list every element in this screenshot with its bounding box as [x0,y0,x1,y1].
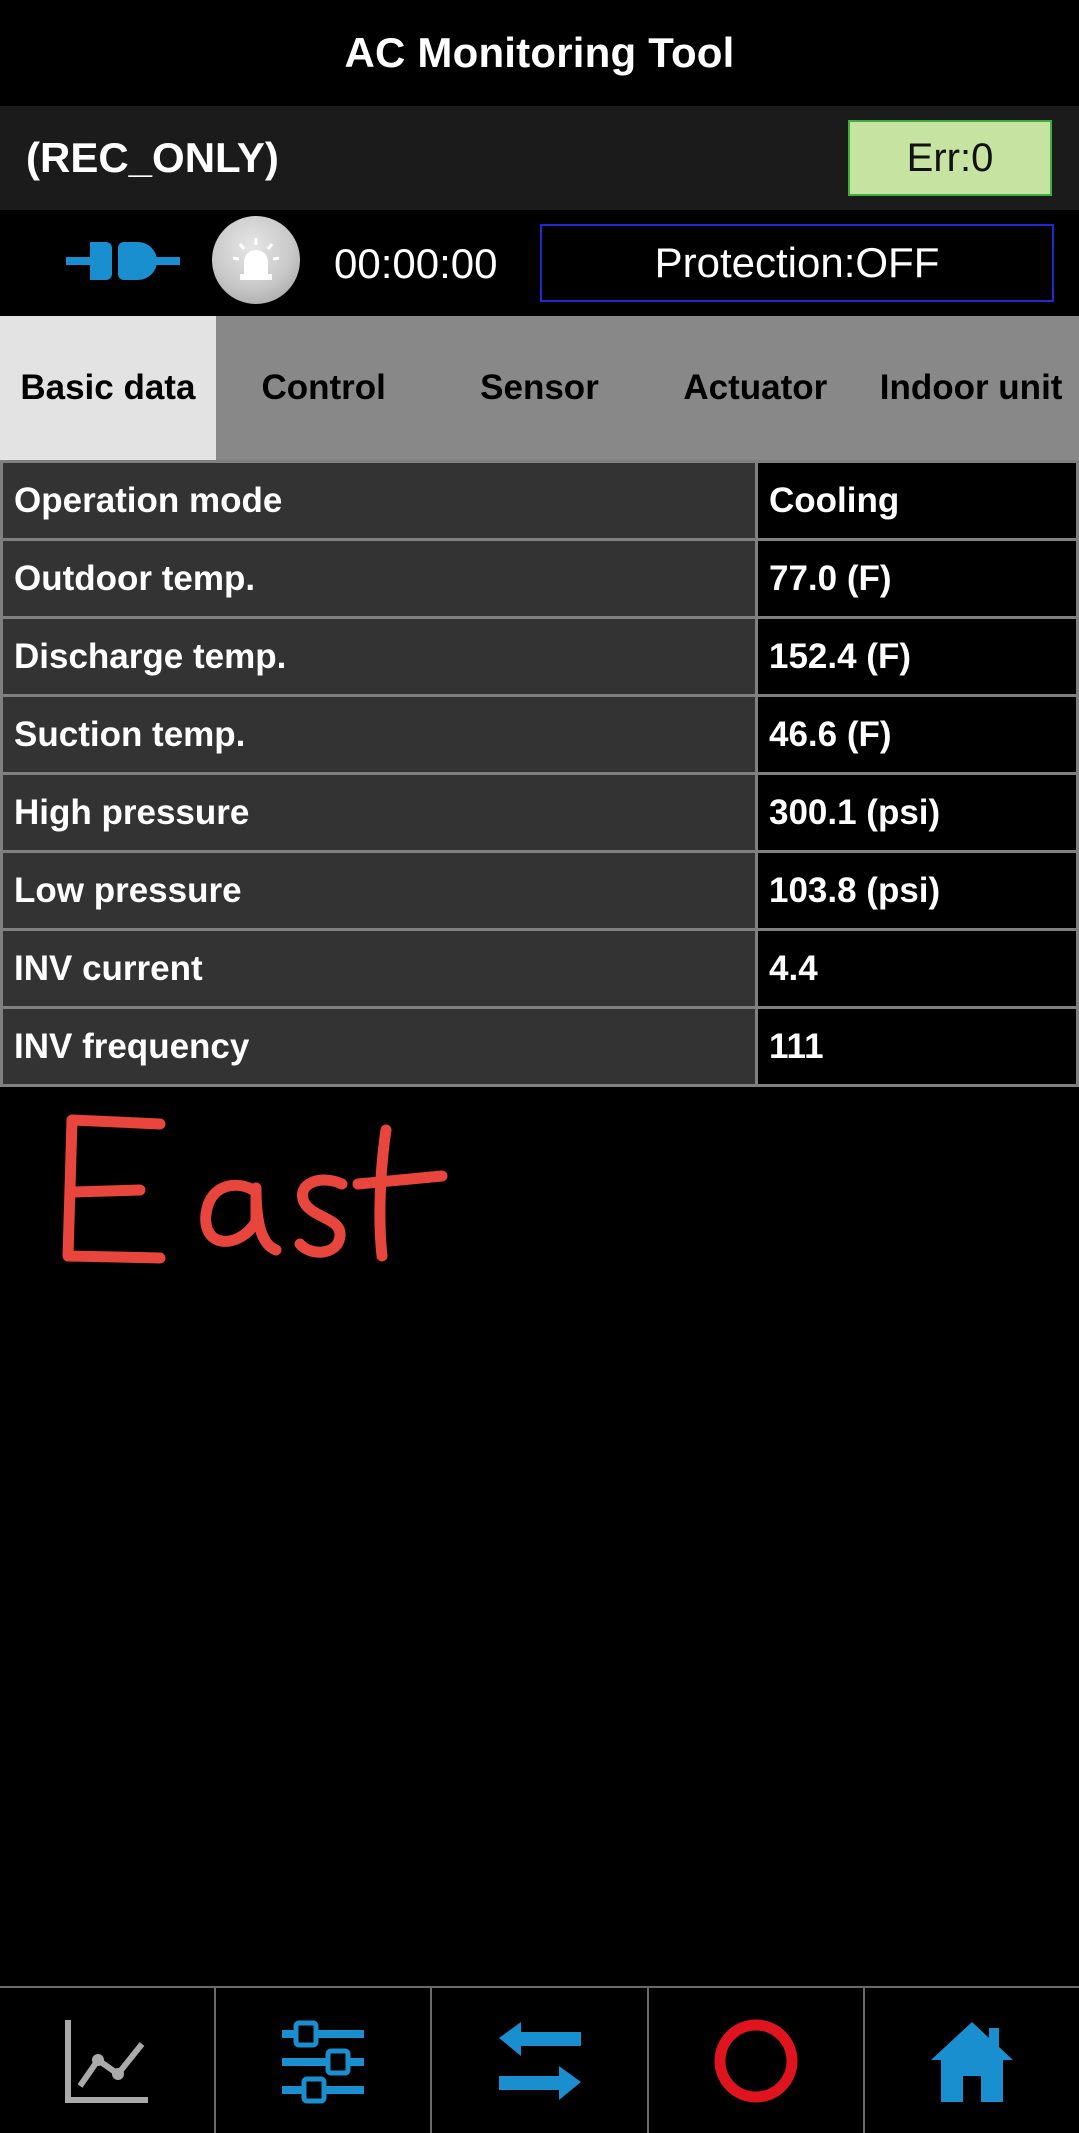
bottom-nav [0,1986,1079,2133]
tab-control[interactable]: Control [216,316,432,460]
nav-graph-button[interactable] [0,1988,214,2133]
row-label: INV current [0,928,758,1009]
sliders-icon [282,2020,365,2103]
nav-settings-button[interactable] [214,1988,430,2133]
tab-actuator[interactable]: Actuator [647,316,863,460]
row-label: Discharge temp. [0,616,758,697]
tab-indoor-unit[interactable]: Indoor unit [863,316,1079,460]
row-label: Low pressure [0,850,758,931]
title-bar: AC Monitoring Tool [0,0,1079,106]
table-row: Discharge temp. 152.4 (F) [0,616,1079,697]
row-label: Outdoor temp. [0,538,758,619]
table-row: Operation mode Cooling [0,460,1079,541]
app-title: AC Monitoring Tool [344,29,735,76]
row-label: INV frequency [0,1006,758,1087]
row-value: 300.1 (psi) [755,772,1079,853]
record-circle-icon [714,2019,798,2102]
table-row: INV frequency 111 [0,1006,1079,1087]
basic-data-table: Operation mode Cooling Outdoor temp. 77.… [0,460,1079,1087]
row-value: 152.4 (F) [755,616,1079,697]
table-row: Suction temp. 46.6 (F) [0,694,1079,775]
row-value: 111 [755,1006,1079,1087]
swap-arrows-icon [498,2021,581,2100]
error-count-button[interactable]: Err:0 [848,120,1052,196]
elapsed-timer: 00:00:00 [334,240,498,287]
row-value: Cooling [755,460,1079,541]
nav-transfer-button[interactable] [430,1988,646,2133]
table-row: INV current 4.4 [0,928,1079,1009]
row-value: 103.8 (psi) [755,850,1079,931]
row-label: Suction temp. [0,694,758,775]
alarm-beacon-icon[interactable] [212,216,300,304]
table-row: High pressure 300.1 (psi) [0,772,1079,853]
table-row: Outdoor temp. 77.0 (F) [0,538,1079,619]
row-value: 77.0 (F) [755,538,1079,619]
row-label: Operation mode [0,460,758,541]
tab-basic-data[interactable]: Basic data [0,316,216,460]
connection-plug-icon[interactable] [66,238,180,289]
mode-bar: (REC_ONLY) Err:0 [0,106,1079,210]
tab-bar: Basic data Control Sensor Actuator Indoo… [0,316,1079,460]
table-row: Low pressure 103.8 (psi) [0,850,1079,931]
handwritten-annotation [62,1114,448,1264]
nav-record-button[interactable] [646,1988,863,2133]
graph-icon [65,2019,149,2103]
row-label: High pressure [0,772,758,853]
home-icon [930,2021,1013,2102]
tab-sensor[interactable]: Sensor [432,316,648,460]
row-value: 46.6 (F) [755,694,1079,775]
row-value: 4.4 [755,928,1079,1009]
mode-label: (REC_ONLY) [26,134,279,181]
protection-status-button[interactable]: Protection:OFF [540,224,1054,302]
nav-home-button[interactable] [862,1988,1079,2133]
